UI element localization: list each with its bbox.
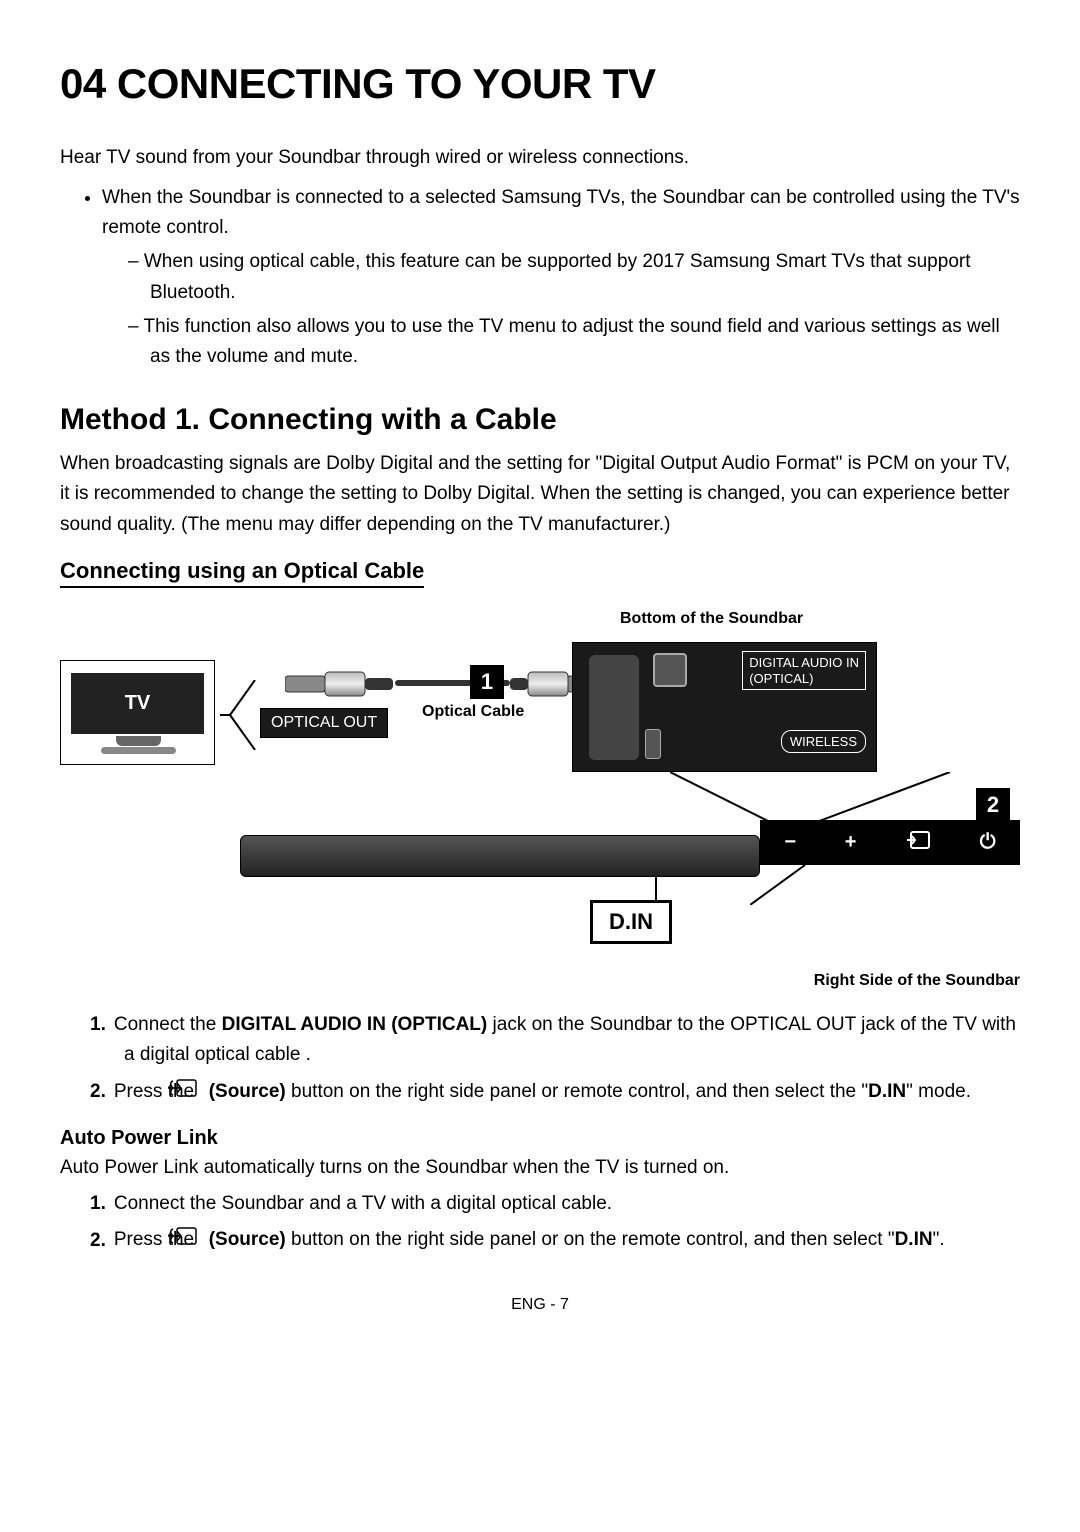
apl-step-2: 2.Press the (Source) button on the right… <box>90 1225 1020 1256</box>
bullet-text: When the Soundbar is connected to a sele… <box>102 187 1020 238</box>
auto-power-link-heading: Auto Power Link <box>60 1127 1020 1150</box>
bracket-icon <box>220 680 260 750</box>
optical-port-icon <box>653 653 687 687</box>
callout-line-2 <box>750 865 810 905</box>
tv-label: TV <box>71 673 204 734</box>
wireless-label: WIRELESS <box>781 730 866 753</box>
soundbar-side-panel: − + ⏻ <box>760 820 1020 865</box>
minus-icon: − <box>784 831 796 854</box>
dash-item-2: This function also allows you to use the… <box>128 312 1020 373</box>
method-1-para: When broadcasting signals are Dolby Digi… <box>60 449 1020 540</box>
label-bottom-of-soundbar: Bottom of the Soundbar <box>620 610 803 628</box>
step-1: 1.Connect the DIGITAL AUDIO IN (OPTICAL)… <box>90 1010 1020 1071</box>
optical-out-label: OPTICAL OUT <box>260 708 388 738</box>
label-right-side-soundbar: Right Side of the Soundbar <box>814 972 1020 990</box>
bullet-main: When the Soundbar is connected to a sele… <box>102 183 1020 373</box>
power-icon: ⏻ <box>980 831 996 854</box>
din-callout-line <box>655 875 657 903</box>
connection-diagram: Bottom of the Soundbar TV OPTICAL OUT 1 … <box>60 610 1020 990</box>
soundbar-port-panel: DIGITAL AUDIO IN (OPTICAL) WIRELESS <box>572 642 877 772</box>
intro-text: Hear TV sound from your Soundbar through… <box>60 144 1020 173</box>
optical-cable-heading: Connecting using an Optical Cable <box>60 558 424 588</box>
number-marker-2: 2 <box>976 788 1010 822</box>
tv-illustration: TV <box>60 660 215 765</box>
number-marker-1: 1 <box>470 665 504 699</box>
apl-step-1: 1.Connect the Soundbar and a TV with a d… <box>90 1189 1020 1219</box>
cable-plug-left <box>285 666 393 702</box>
step-2: 2.Press the (Source) button on the right… <box>90 1077 1020 1108</box>
source-icon <box>905 830 931 856</box>
auto-power-link-steps: 1.Connect the Soundbar and a TV with a d… <box>90 1189 1020 1256</box>
soundbar-illustration <box>240 835 760 877</box>
connection-steps: 1.Connect the DIGITAL AUDIO IN (OPTICAL)… <box>90 1010 1020 1107</box>
page-title: 04 CONNECTING TO YOUR TV <box>60 60 1020 108</box>
auto-power-link-para: Auto Power Link automatically turns on t… <box>60 1154 1020 1183</box>
optical-cable-label: Optical Cable <box>422 703 524 721</box>
din-label: D.IN <box>590 900 672 944</box>
dash-item-1: When using optical cable, this feature c… <box>128 247 1020 308</box>
wireless-port-icon <box>645 729 661 759</box>
digital-audio-in-label: DIGITAL AUDIO IN (OPTICAL) <box>742 651 866 690</box>
method-1-heading: Method 1. Connecting with a Cable <box>60 403 1020 437</box>
page-number: ENG - 7 <box>60 1296 1020 1314</box>
plus-icon: + <box>845 831 857 854</box>
